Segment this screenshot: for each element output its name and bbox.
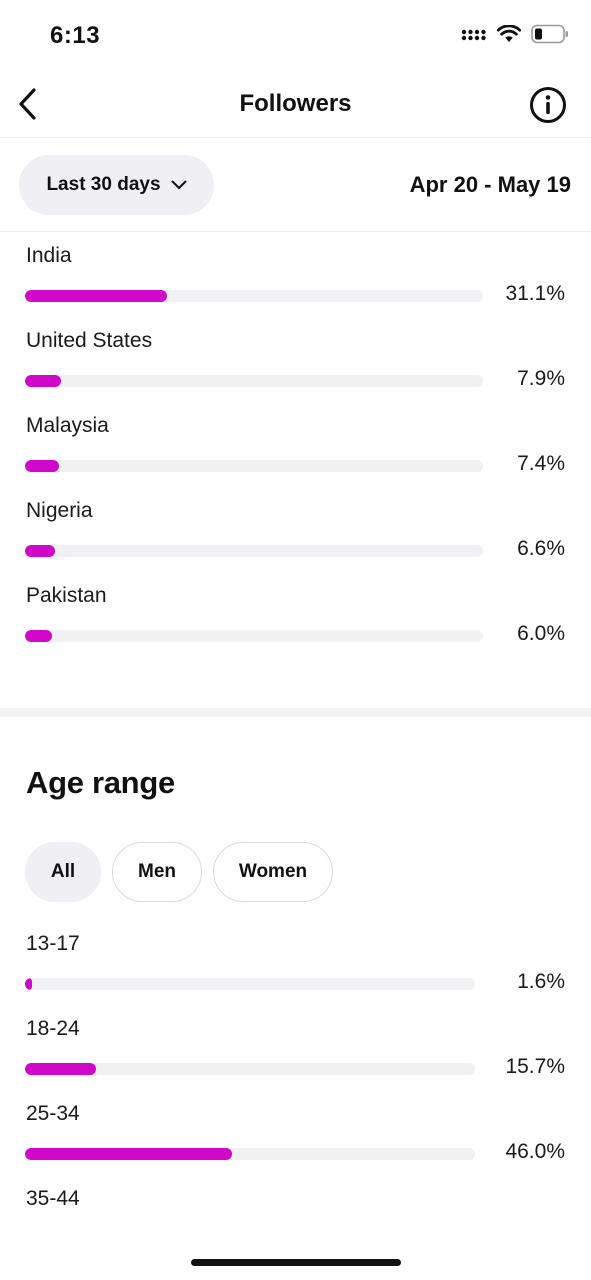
country-percentage: 6.6% — [517, 537, 565, 560]
battery-icon — [531, 24, 569, 49]
date-range-text: Apr 20 - May 19 — [409, 172, 571, 197]
age-label: 25-34 — [26, 1102, 80, 1125]
status-time: 6:13 — [50, 22, 101, 49]
status-icons — [461, 24, 569, 49]
home-indicator — [191, 1259, 401, 1266]
progress-track — [25, 545, 483, 557]
page-title: Followers — [239, 90, 352, 117]
country-label: Pakistan — [26, 584, 107, 607]
gender-segmented-control: All Men Women — [25, 842, 333, 902]
progress-track — [25, 1148, 475, 1160]
progress-track — [25, 1063, 475, 1075]
wifi-icon — [496, 24, 522, 48]
progress-track — [25, 290, 483, 302]
age-label: 35-44 — [26, 1187, 80, 1210]
country-label: Nigeria — [26, 499, 93, 522]
segment-men-button[interactable]: Men — [112, 842, 202, 902]
age-row: 13-17 1.6% — [0, 932, 591, 1017]
info-icon — [530, 87, 566, 123]
progress-fill — [25, 630, 52, 642]
country-row: India 31.1% — [0, 244, 591, 329]
age-percentage: 1.6% — [517, 970, 565, 993]
country-label: India — [26, 244, 72, 267]
country-percentage: 6.0% — [517, 622, 565, 645]
country-row: Malaysia 7.4% — [0, 414, 591, 499]
filter-row: Last 30 days Apr 20 - May 19 — [0, 138, 591, 232]
section-divider — [0, 708, 591, 717]
age-label: 18-24 — [26, 1017, 80, 1040]
country-label: Malaysia — [26, 414, 109, 437]
age-range-title: Age range — [26, 765, 175, 800]
age-percentage: 15.7% — [505, 1055, 565, 1078]
age-row: 18-24 15.7% — [0, 1017, 591, 1102]
progress-fill — [25, 1063, 96, 1075]
progress-fill — [25, 460, 59, 472]
age-percentage: 46.0% — [505, 1140, 565, 1163]
age-row: 25-34 46.0% — [0, 1102, 591, 1187]
country-percentage: 7.4% — [517, 452, 565, 475]
progress-fill — [25, 1148, 232, 1160]
country-label: United States — [26, 329, 153, 352]
chevron-down-icon — [171, 180, 187, 189]
status-bar: 6:13 — [0, 0, 591, 70]
segment-women-button[interactable]: Women — [213, 842, 333, 902]
progress-track — [25, 375, 483, 387]
country-row: Nigeria 6.6% — [0, 499, 591, 584]
progress-fill — [25, 978, 32, 990]
navigation-header: Followers — [0, 70, 591, 138]
cellular-signal-icon — [461, 28, 487, 46]
progress-track — [25, 630, 483, 642]
progress-fill — [25, 545, 55, 557]
info-button[interactable] — [529, 86, 567, 124]
date-range-dropdown[interactable]: Last 30 days — [19, 155, 214, 215]
progress-fill — [25, 290, 167, 302]
progress-fill — [25, 375, 61, 387]
country-row: Pakistan 6.0% — [0, 584, 591, 669]
country-percentage: 31.1% — [505, 282, 565, 305]
progress-track — [25, 460, 483, 472]
age-row: 35-44 — [0, 1187, 591, 1227]
country-row: United States 7.9% — [0, 329, 591, 414]
progress-track — [25, 978, 475, 990]
age-label: 13-17 — [26, 932, 80, 955]
segment-all-button[interactable]: All — [25, 842, 101, 902]
country-percentage: 7.9% — [517, 367, 565, 390]
date-range-dropdown-label: Last 30 days — [46, 174, 161, 195]
